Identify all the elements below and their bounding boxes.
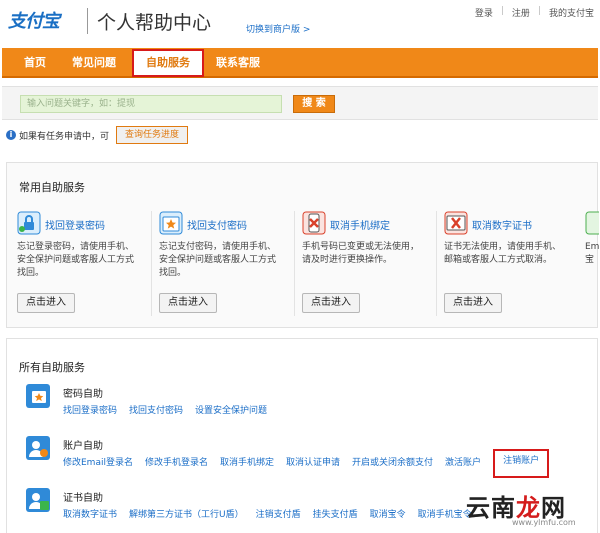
alipay-logo[interactable]: 支付宝	[8, 8, 60, 32]
task-notice-text: 如果有任务申请中，可	[19, 131, 110, 142]
site-watermark: 云南龙网 www.ylmfu.com	[466, 488, 596, 528]
service-name[interactable]: 找回登录密码	[45, 217, 105, 232]
certificate-icon	[26, 488, 50, 512]
login-link[interactable]: 登录	[475, 6, 493, 19]
enter-button[interactable]: 点击进入	[17, 293, 75, 313]
main-nav: 首页 常见问题 自助服务 联系客服	[2, 48, 598, 78]
service-link[interactable]: 修改手机登录名	[145, 455, 208, 478]
top-links-separator: |	[537, 6, 541, 16]
service-link[interactable]: 注销支付盾	[256, 507, 301, 520]
nav-home[interactable]: 首页	[24, 48, 46, 78]
header-divider	[87, 8, 88, 34]
nav-contact-support[interactable]: 联系客服	[216, 48, 260, 78]
password-icon	[26, 384, 50, 408]
service-desc: 证书无法使用，请使用手机、邮箱或客服人工方式取消。	[444, 242, 562, 265]
enter-button[interactable]: 点击进入	[444, 293, 502, 313]
top-links-separator: |	[500, 6, 504, 16]
group-title: 账户自助	[63, 441, 103, 452]
service-link[interactable]: 激活账户	[445, 455, 481, 478]
cert-x-icon	[444, 211, 468, 235]
switch-merchant-link[interactable]: 切换到商户版 >	[246, 22, 310, 35]
watermark-part: 云南	[466, 494, 516, 522]
header: 支付宝 个人帮助中心 切换到商户版 > 登录 | 注册 | 我的支付宝	[0, 0, 600, 44]
service-link[interactable]: 找回登录密码	[63, 403, 117, 416]
group-links: 取消数字证书 解绑第三方证书（工行U盾） 注销支付盾 挂失支付盾 取消宝令 取消…	[63, 507, 484, 520]
task-notice: i 如果有任务申请中，可	[6, 126, 109, 144]
service-link[interactable]: 取消认证申请	[286, 455, 340, 478]
service-card: 取消数字证书 证书无法使用，请使用手机、邮箱或客服人工方式取消。 点击进入	[436, 211, 586, 321]
nav-self-service[interactable]: 自助服务	[132, 49, 204, 77]
service-link[interactable]: 修改Email登录名	[63, 455, 133, 478]
search-button[interactable]: 搜 索	[293, 95, 335, 113]
nav-faq[interactable]: 常见问题	[72, 48, 116, 78]
service-desc: Ema宝	[585, 242, 599, 265]
service-card: 找回登录密码 忘记登录密码，请使用手机、安全保护问题或客服人工方式找回。 点击进…	[17, 211, 159, 321]
service-link[interactable]: 挂失支付盾	[313, 507, 358, 520]
service-name[interactable]: 取消手机绑定	[330, 217, 390, 232]
watermark-url: www.ylmfu.com	[512, 518, 576, 527]
phone-x-icon	[302, 211, 326, 235]
register-link[interactable]: 注册	[512, 6, 530, 19]
service-link[interactable]: 解绑第三方证书（工行U盾）	[129, 507, 244, 520]
page-title: 个人帮助中心	[97, 12, 212, 34]
close-account-link[interactable]: 注销账户	[493, 449, 550, 478]
service-desc: 手机号码已变更或无法使用，请及时进行更换操作。	[302, 242, 420, 265]
group-title: 密码自助	[63, 389, 103, 400]
my-alipay-link[interactable]: 我的支付宝	[549, 6, 594, 19]
service-card: 找回支付密码 忘记支付密码，请使用手机、安全保护问题或客服人工方式找回。 点击进…	[151, 211, 301, 321]
enter-button[interactable]: 点击进入	[159, 293, 217, 313]
info-icon: i	[6, 130, 16, 140]
service-link[interactable]: 开启或关闭余额支付	[352, 455, 433, 478]
query-task-button[interactable]: 查询任务进度	[116, 126, 188, 144]
service-card: 取消手机绑定 手机号码已变更或无法使用，请及时进行更换操作。 点击进入	[294, 211, 444, 321]
service-link[interactable]: 取消宝令	[370, 507, 406, 520]
service-link[interactable]: 取消手机宝令	[418, 507, 472, 520]
account-icon	[26, 436, 50, 460]
top-links: 登录 | 注册 | 我的支付宝	[467, 6, 594, 19]
all-services-title: 所有自助服务	[19, 361, 85, 374]
enter-button[interactable]: 点击进入	[302, 293, 360, 313]
service-link[interactable]: 取消数字证书	[63, 507, 117, 520]
star-lock-icon	[159, 211, 183, 235]
search-input[interactable]: 输入问题关键字，如：提现	[20, 95, 282, 113]
logo-text: 支付宝	[8, 11, 60, 32]
lock-key-icon	[17, 211, 41, 235]
service-name[interactable]: 找回支付密码	[187, 217, 247, 232]
service-link[interactable]: 设置安全保护问题	[195, 403, 267, 416]
group-links: 修改Email登录名 修改手机登录名 取消手机绑定 取消认证申请 开启或关闭余额…	[63, 449, 561, 478]
service-desc: 忘记登录密码，请使用手机、安全保护问题或客服人工方式找回。	[17, 242, 135, 278]
search-bar: 输入问题关键字，如：提现 搜 索	[2, 86, 598, 120]
common-services-title: 常用自助服务	[19, 181, 85, 194]
service-desc: 忘记支付密码，请使用手机、安全保护问题或客服人工方式找回。	[159, 242, 277, 278]
group-title: 证书自助	[63, 493, 103, 504]
service-name[interactable]: 取消数字证书	[472, 217, 532, 232]
service-link[interactable]: 取消手机绑定	[220, 455, 274, 478]
service-link[interactable]: 找回支付密码	[129, 403, 183, 416]
email-icon	[585, 211, 599, 235]
group-links: 找回登录密码 找回支付密码 设置安全保护问题	[63, 403, 279, 416]
common-services-panel: 常用自助服务 找回登录密码 忘记登录密码，请使用手机、安全保护问题或客服人工方式…	[6, 162, 599, 328]
service-card: Ema宝	[585, 211, 599, 321]
